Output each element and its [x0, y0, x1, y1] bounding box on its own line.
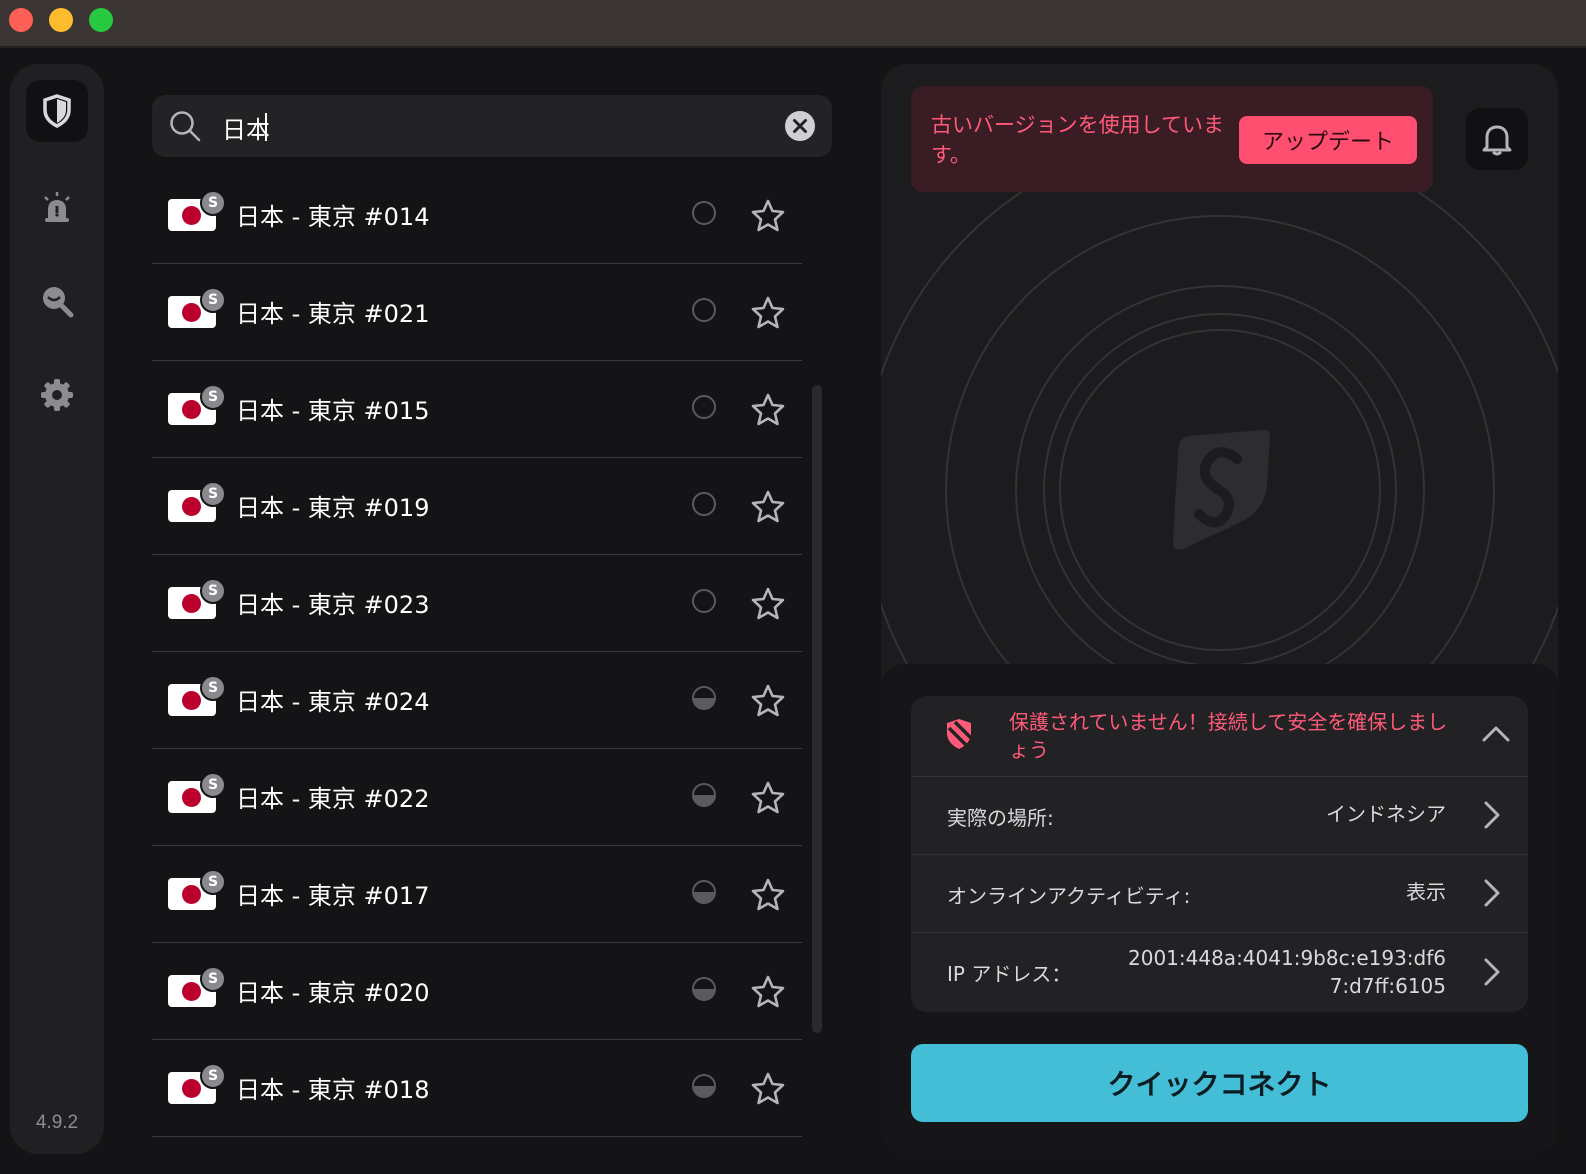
ip-address-value: 2001:448a:4041:9b8c:e193:df6 7:d7ff:6105	[1128, 944, 1446, 1000]
static-ip-badge: S	[200, 578, 226, 604]
server-name: 日本 - 東京 #018	[236, 1076, 430, 1104]
real-location-label: 実際の場所:	[947, 806, 1054, 830]
static-ip-badge: S	[200, 481, 226, 507]
chevron-right-icon	[1484, 801, 1500, 829]
server-name: 日本 - 東京 #020	[236, 979, 430, 1007]
static-ip-badge: S	[200, 1063, 226, 1089]
favorite-star-icon[interactable]	[750, 198, 786, 234]
server-name: 日本 - 東京 #015	[236, 397, 430, 425]
favorite-star-icon[interactable]	[750, 489, 786, 525]
favorite-star-icon[interactable]	[750, 877, 786, 913]
chevron-right-icon	[1484, 879, 1500, 907]
ip-address-row[interactable]: IP アドレス： 2001:448a:4041:9b8c:e193:df6 7:…	[911, 932, 1528, 1012]
favorite-star-icon[interactable]	[750, 683, 786, 719]
surfshark-logo-icon	[1173, 429, 1271, 550]
server-name: 日本 - 東京 #024	[236, 688, 430, 716]
static-ip-badge: S	[200, 190, 226, 216]
favorite-star-icon[interactable]	[750, 586, 786, 622]
server-load-indicator	[692, 589, 716, 613]
sidebar-item-vpn[interactable]	[26, 80, 88, 142]
server-load-indicator	[692, 395, 716, 419]
status-header[interactable]: 保護されていません！接続して安全を確保しましょう	[911, 696, 1528, 777]
app-version: 4.9.2	[35, 1112, 79, 1133]
server-load-indicator	[692, 1074, 716, 1098]
server-name: 日本 - 東京 #023	[236, 591, 430, 619]
static-ip-badge: S	[200, 966, 226, 992]
server-row[interactable]: S 日本 - 東京 #024	[152, 652, 802, 749]
search-icon	[170, 111, 201, 142]
server-row[interactable]: S 日本 - 東京 #017	[152, 846, 802, 943]
server-row[interactable]: S 日本 - 東京 #018	[152, 1040, 802, 1137]
server-row[interactable]: S 日本 - 東京 #022	[152, 749, 802, 846]
update-button[interactable]: アップデート	[1239, 116, 1417, 164]
sidebar-item-settings[interactable]	[26, 364, 88, 426]
server-load-indicator	[692, 492, 716, 516]
connection-status-section: 保護されていません！接続して安全を確保しましょう 実際の場所: インドネシア オ…	[881, 664, 1558, 1154]
favorite-star-icon[interactable]	[750, 295, 786, 331]
server-row[interactable]: S 日本 - 東京 #019	[152, 458, 802, 555]
scrollbar[interactable]	[812, 385, 822, 1033]
real-location-row[interactable]: 実際の場所: インドネシア	[911, 776, 1528, 855]
ip-address-label: IP アドレス：	[947, 962, 1072, 986]
favorite-star-icon[interactable]	[750, 974, 786, 1010]
server-load-indicator	[692, 298, 716, 322]
sidebar-item-search-privacy[interactable]	[26, 270, 88, 332]
favorite-star-icon[interactable]	[750, 1071, 786, 1107]
server-load-indicator	[692, 686, 716, 710]
outdated-version-banner: 古いバージョンを使用しています。 アップデート	[911, 86, 1433, 192]
server-load-indicator	[692, 201, 716, 225]
static-ip-badge: S	[200, 869, 226, 895]
bell-icon	[1482, 125, 1512, 156]
server-row[interactable]: S 日本 - 東京 #021	[152, 264, 802, 361]
server-name: 日本 - 東京 #014	[236, 203, 430, 231]
server-load-indicator	[692, 880, 716, 904]
search-input[interactable]	[220, 107, 764, 147]
static-ip-badge: S	[200, 287, 226, 313]
notifications-button[interactable]	[1466, 108, 1528, 170]
static-ip-badge: S	[200, 675, 226, 701]
static-ip-badge: S	[200, 772, 226, 798]
static-ip-badge: S	[200, 384, 226, 410]
alert-icon	[44, 192, 70, 222]
server-load-indicator	[692, 977, 716, 1001]
real-location-value: インドネシア	[1326, 802, 1446, 826]
server-row[interactable]: S 日本 - 東京 #023	[152, 555, 802, 652]
chevron-right-icon	[1484, 958, 1500, 986]
close-window-button[interactable]	[9, 8, 33, 32]
search-privacy-icon	[43, 287, 74, 318]
server-name: 日本 - 東京 #017	[236, 882, 430, 910]
sidebar: 4.9.2	[10, 64, 104, 1154]
quick-connect-button[interactable]: クイックコネクト	[911, 1044, 1528, 1122]
sidebar-item-alert[interactable]	[26, 176, 88, 238]
ip-address-line-1: 2001:448a:4041:9b8c:e193:df6	[1128, 946, 1446, 970]
ip-address-line-2: 7:d7ff:6105	[1329, 974, 1446, 998]
online-activity-label: オンラインアクティビティ:	[947, 884, 1191, 908]
online-activity-value: 表示	[1406, 880, 1446, 904]
banner-text: 古いバージョンを使用しています。	[931, 113, 1224, 167]
online-activity-row[interactable]: オンラインアクティビティ: 表示	[911, 854, 1528, 933]
unprotected-shield-icon	[947, 719, 973, 749]
clear-icon[interactable]	[784, 110, 816, 142]
server-list: S 日本 - 東京 #014 S 日本 - 東京 #021 S 日本 - 東京 #015 S…	[152, 167, 802, 1137]
server-name: 日本 - 東京 #022	[236, 785, 430, 813]
zoom-window-button[interactable]	[89, 8, 113, 32]
server-load-indicator	[692, 783, 716, 807]
server-search-bar	[152, 95, 832, 157]
title-bar	[0, 0, 1586, 48]
minimize-window-button[interactable]	[49, 8, 73, 32]
chevron-up-icon[interactable]	[1481, 722, 1511, 744]
server-row[interactable]: S 日本 - 東京 #015	[152, 361, 802, 458]
shield-icon	[43, 94, 71, 128]
gear-icon	[41, 379, 73, 411]
server-row[interactable]: S 日本 - 東京 #014	[152, 167, 802, 264]
favorite-star-icon[interactable]	[750, 780, 786, 816]
status-card: 保護されていません！接続して安全を確保しましょう 実際の場所: インドネシア オ…	[911, 696, 1528, 1012]
connection-panel: 古いバージョンを使用しています。 アップデート 保護されていません！接続して安全…	[881, 64, 1558, 1154]
server-row[interactable]: S 日本 - 東京 #020	[152, 943, 802, 1040]
text-caret	[265, 113, 267, 141]
server-name: 日本 - 東京 #021	[236, 300, 430, 328]
status-message: 保護されていません！接続して安全を確保しましょう	[1009, 710, 1448, 762]
favorite-star-icon[interactable]	[750, 392, 786, 428]
server-name: 日本 - 東京 #019	[236, 494, 430, 522]
